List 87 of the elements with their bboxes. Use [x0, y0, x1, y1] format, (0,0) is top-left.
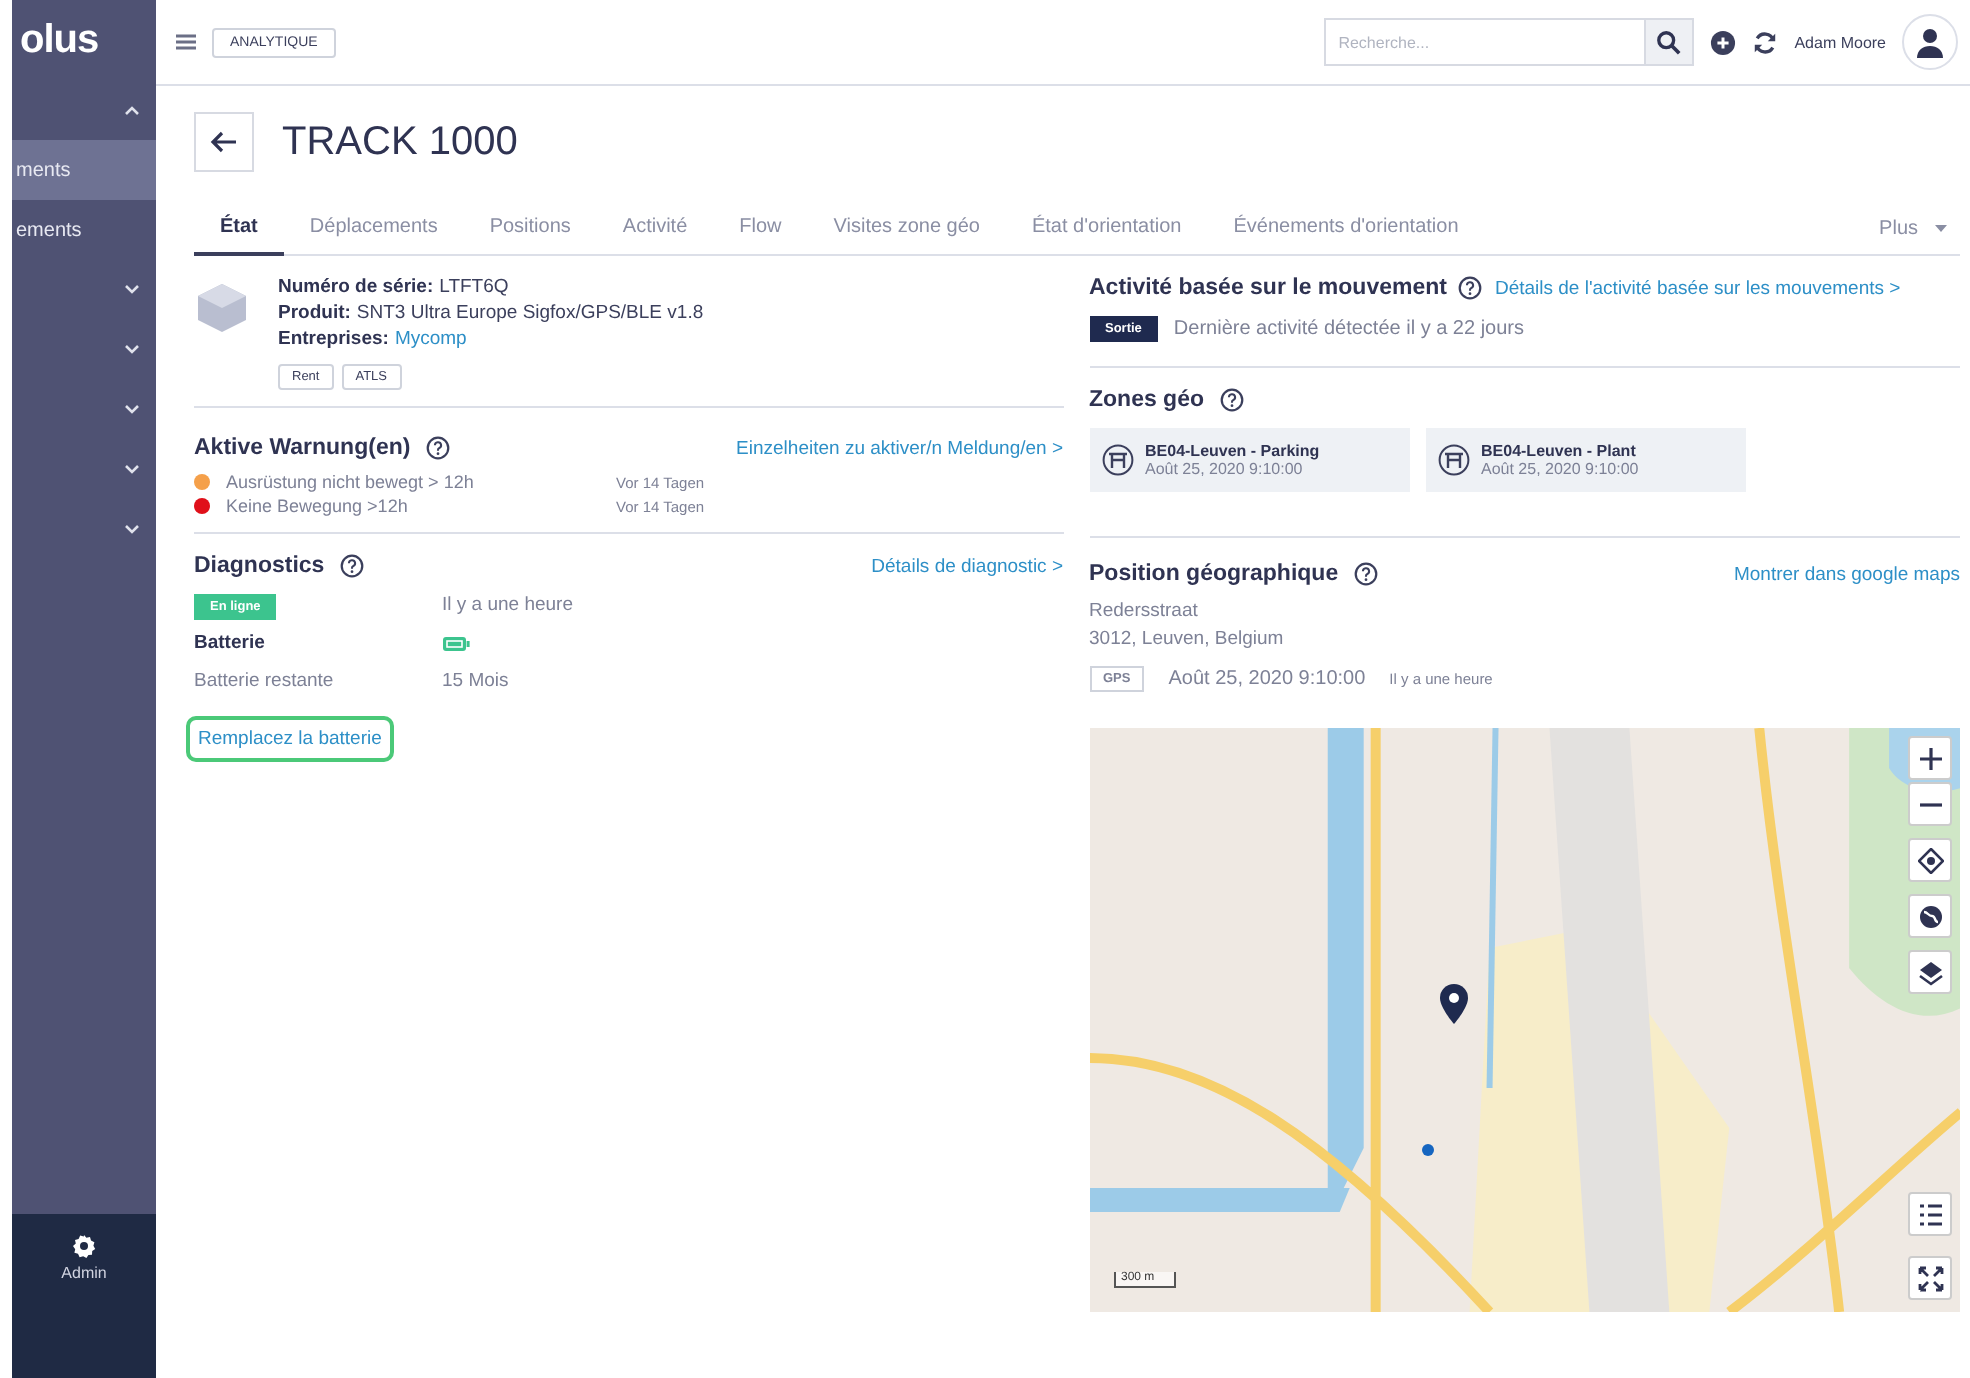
help-icon[interactable]	[426, 436, 451, 460]
caret-icon[interactable]	[124, 464, 140, 476]
avatar-icon[interactable]	[1902, 14, 1958, 70]
zone-date: Août 25, 2020 9:10:00	[1145, 460, 1305, 478]
help-icon[interactable]	[1458, 276, 1483, 300]
address-line: 3012, Leuven, Belgium	[1089, 626, 1286, 654]
section-title: Aktive Warnung(en)	[194, 436, 411, 460]
warning-text: Ausrüstung nicht bewegt > 12h	[226, 472, 476, 492]
search-button[interactable]	[1646, 18, 1695, 66]
sidebar-item[interactable]: ments	[12, 140, 156, 200]
section-title: Zones géo	[1089, 388, 1205, 412]
section-title: Position géographique	[1089, 562, 1339, 586]
fullscreen-button[interactable]	[1908, 1256, 1952, 1300]
field-label: Numéro de série:	[278, 276, 434, 298]
user-name[interactable]: Adam Moore	[1794, 33, 1886, 51]
activity-details-link[interactable]: Détails de l'activité basée sur les mouvements >	[1494, 277, 1901, 299]
admin-label[interactable]: Admin	[61, 1264, 107, 1282]
help-icon[interactable]	[1220, 388, 1245, 412]
tab[interactable]: Activité	[596, 202, 714, 256]
field-value: LTFT6Q	[439, 276, 509, 298]
caret-icon[interactable]	[124, 404, 140, 416]
help-icon[interactable]	[1354, 562, 1379, 586]
remaining-value: 15 Mois	[442, 670, 509, 692]
caret-icon	[1934, 223, 1948, 233]
fullscreen-icon	[1917, 1265, 1943, 1291]
zone-date: Août 25, 2020 9:10:00	[1481, 460, 1639, 478]
cube-icon	[194, 280, 250, 336]
diamond-target-icon	[1917, 847, 1943, 873]
globe-button[interactable]	[1908, 894, 1952, 938]
zone-name: BE04-Leuven - Plant	[1481, 442, 1638, 460]
tab[interactable]: Déplacements	[283, 202, 464, 256]
search-field[interactable]: Recherche...	[1324, 18, 1647, 66]
caret-icon[interactable]	[124, 524, 140, 536]
position-date: Août 25, 2020 9:10:00	[1168, 668, 1366, 690]
field-label: Entreprises:	[278, 328, 389, 350]
tab[interactable]: État d'orientation	[1005, 202, 1208, 256]
add-icon[interactable]	[1710, 29, 1737, 55]
caret-icon[interactable]	[124, 344, 140, 356]
remaining-label: Batterie restante	[194, 670, 336, 692]
layers-button[interactable]	[1908, 950, 1952, 994]
help-icon[interactable]	[340, 554, 365, 578]
zoom-in-button[interactable]	[1908, 736, 1952, 780]
geo-zone-card[interactable]: BE04-Leuven - Plant Août 25, 2020 9:10:00	[1425, 428, 1745, 492]
caret-icon[interactable]	[124, 104, 140, 116]
list-icon	[1917, 1201, 1943, 1227]
gate-icon	[1437, 444, 1469, 476]
geo-zone-card[interactable]: BE04-Leuven - Parking Août 25, 2020 9:10:00	[1089, 428, 1409, 492]
battery-icon	[442, 635, 470, 651]
page-title: TRACK 1000	[282, 119, 518, 165]
tab[interactable]: État	[194, 202, 284, 256]
section-title: Activité basée sur le mouvement	[1089, 276, 1447, 300]
more-tab[interactable]: Plus	[1879, 202, 1960, 254]
back-button[interactable]	[194, 112, 254, 172]
plus-icon	[1917, 745, 1943, 771]
diagnostics-details-link[interactable]: Détails de diagnostic >	[871, 555, 1063, 577]
locate-button[interactable]	[1908, 838, 1952, 882]
search-icon	[1656, 29, 1683, 55]
tab[interactable]: Flow	[713, 202, 808, 256]
sidebar-item[interactable]: ements	[12, 200, 156, 260]
address-line: Redersstraat	[1089, 598, 1200, 626]
field-value: SNT3 Ultra Europe Sigfox/GPS/BLE v1.8	[356, 302, 704, 324]
legend-button[interactable]	[1908, 1192, 1952, 1236]
warning-text: Keine Bewegung >12h	[226, 496, 410, 516]
tab[interactable]: Visites zone géo	[807, 202, 1006, 256]
globe-icon	[1917, 903, 1943, 929]
caret-icon[interactable]	[124, 284, 140, 296]
location-pin-icon[interactable]	[1439, 984, 1467, 1024]
status-time: Il y a une heure	[442, 594, 573, 616]
gate-icon	[1101, 444, 1133, 476]
battery-label: Batterie	[194, 632, 267, 654]
section-title: Diagnostics	[194, 554, 325, 578]
activity-text: Dernière activité détectée il y a 22 jours	[1173, 318, 1525, 340]
zone-name: BE04-Leuven - Parking	[1145, 442, 1320, 460]
field-label: Produit:	[278, 302, 351, 324]
company-link[interactable]: Mycomp	[394, 328, 467, 350]
warnings-details-link[interactable]: Einzelheiten zu aktiver/n Meldung/en >	[736, 437, 1063, 459]
menu-icon[interactable]	[176, 34, 196, 50]
arrow-left-icon	[210, 130, 238, 154]
refresh-icon[interactable]	[1752, 29, 1779, 55]
zoom-out-button[interactable]	[1908, 782, 1952, 826]
replace-battery-link[interactable]: Remplacez la batterie	[186, 716, 394, 762]
tab[interactable]: Positions	[463, 202, 597, 256]
google-maps-link[interactable]: Montrer dans google maps	[1733, 563, 1960, 585]
settings-icon[interactable]	[72, 1234, 96, 1258]
layers-icon	[1917, 959, 1943, 985]
tab[interactable]: Événements d'orientation	[1207, 202, 1485, 256]
app-logo: olus	[18, 15, 101, 65]
